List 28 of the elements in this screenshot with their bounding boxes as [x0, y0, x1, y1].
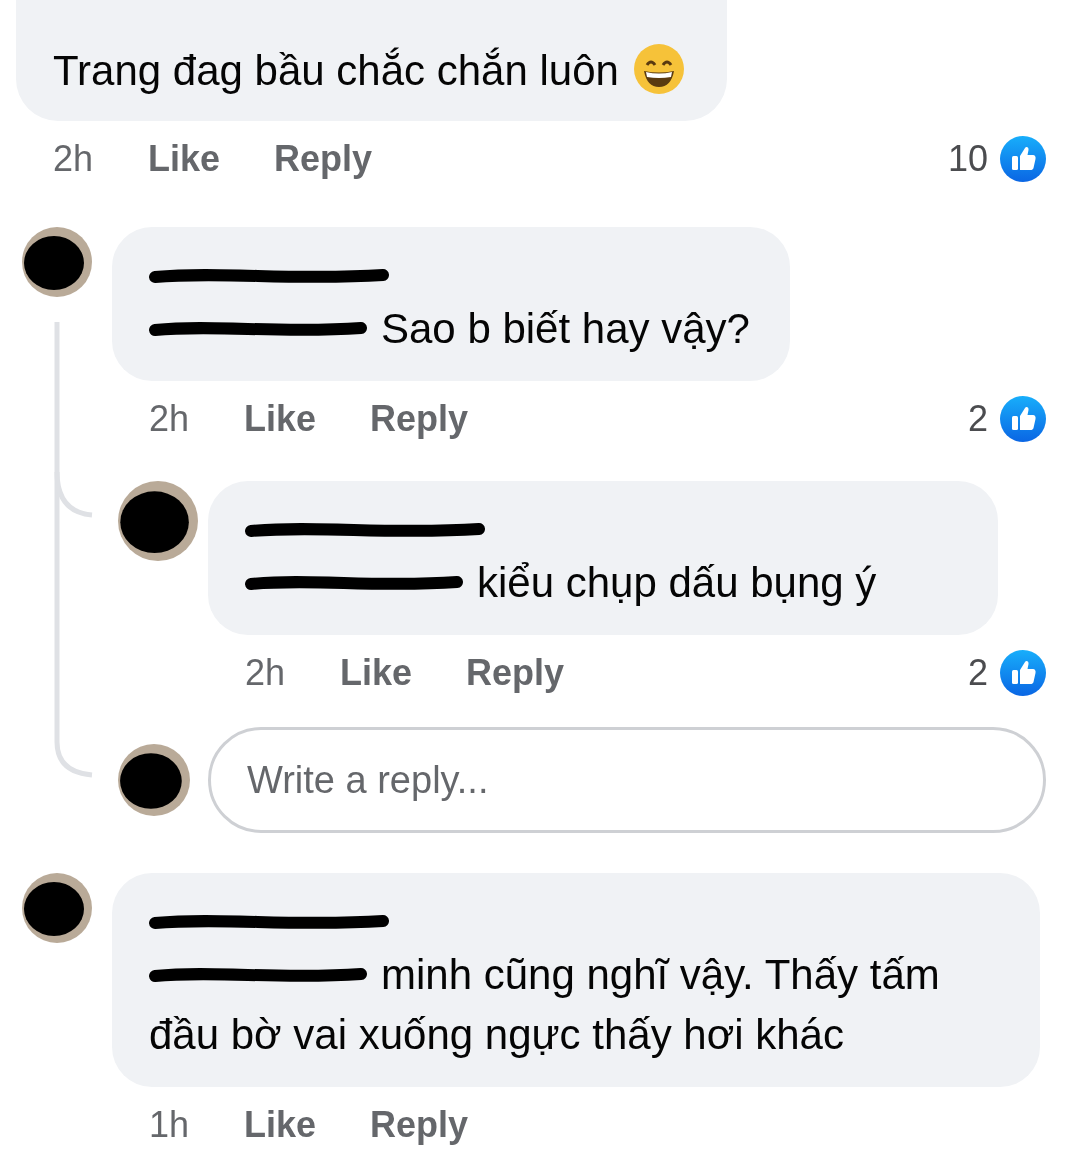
reaction-count: 2	[967, 397, 988, 441]
comment-text: kiểu chụp dấu bụng ý	[477, 558, 877, 608]
like-reaction-icon	[1000, 136, 1046, 182]
like-reaction-icon	[1000, 396, 1046, 442]
comment-text: đầu bờ vai xuống ngực thấy hơi khác	[149, 1010, 844, 1060]
reaction-count: 10	[947, 137, 988, 181]
reply-link[interactable]: Reply	[370, 1098, 469, 1152]
grinning-face-icon	[632, 43, 685, 95]
comment-time: 2h	[149, 397, 191, 441]
comment-time: 2h	[245, 651, 287, 695]
comment-time: 2h	[53, 137, 95, 181]
reply-input-field[interactable]: Write a reply...	[208, 727, 1046, 833]
comment-text: minh cũng nghĩ vậy. Thấy tấm	[381, 950, 940, 1000]
reply-link[interactable]: Reply	[466, 646, 565, 700]
reply-link[interactable]: Reply	[274, 132, 373, 186]
like-link[interactable]: Like	[244, 392, 370, 446]
like-reaction-icon	[1000, 650, 1046, 696]
redacted-avatar	[22, 227, 92, 297]
comment-text: Trang đag bầu chắc chắn luôn	[53, 46, 619, 96]
like-link[interactable]: Like	[340, 646, 466, 700]
reply-link[interactable]: Reply	[370, 392, 469, 446]
like-link[interactable]: Like	[148, 132, 274, 186]
comment-text: Sao b biết hay vậy?	[381, 304, 750, 354]
comment-time: 1h	[149, 1103, 191, 1147]
reaction-count: 2	[967, 651, 988, 695]
like-link[interactable]: Like	[244, 1098, 370, 1152]
redacted-avatar	[22, 873, 92, 943]
redacted-avatar	[118, 744, 190, 816]
